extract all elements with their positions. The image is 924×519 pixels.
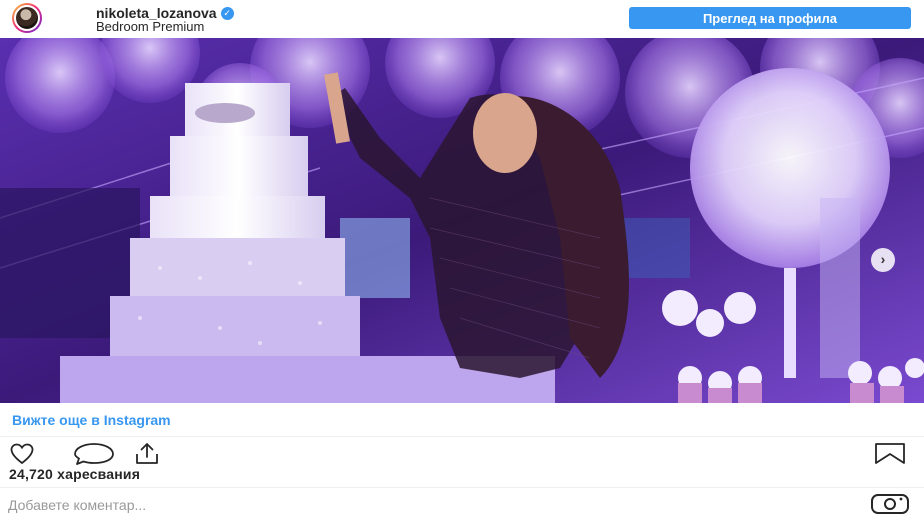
- location-label[interactable]: Bedroom Premium: [96, 19, 204, 34]
- post-header: nikoleta_lozanova ✓ Bedroom Premium Прег…: [0, 0, 924, 38]
- instagram-logo-icon[interactable]: [870, 493, 910, 515]
- chevron-right-icon: ›: [880, 251, 886, 267]
- verified-badge-icon: ✓: [220, 6, 234, 20]
- bookmark-icon[interactable]: [873, 442, 907, 466]
- add-comment-input[interactable]: [8, 496, 838, 514]
- share-icon[interactable]: [134, 442, 160, 466]
- next-image-button[interactable]: ›: [871, 248, 895, 272]
- view-more-on-instagram-link[interactable]: Вижте още в Instagram: [12, 412, 171, 428]
- action-bar: [0, 440, 924, 466]
- party-photo: [0, 38, 924, 403]
- avatar[interactable]: [12, 3, 42, 33]
- view-profile-button[interactable]: Преглед на профила: [629, 7, 911, 29]
- divider: [0, 436, 924, 437]
- divider: [0, 487, 924, 488]
- heart-icon[interactable]: [10, 443, 34, 465]
- comment-icon[interactable]: [72, 442, 116, 466]
- likes-count[interactable]: 24,720 харесвания: [9, 466, 140, 482]
- post-image[interactable]: ›: [0, 38, 924, 403]
